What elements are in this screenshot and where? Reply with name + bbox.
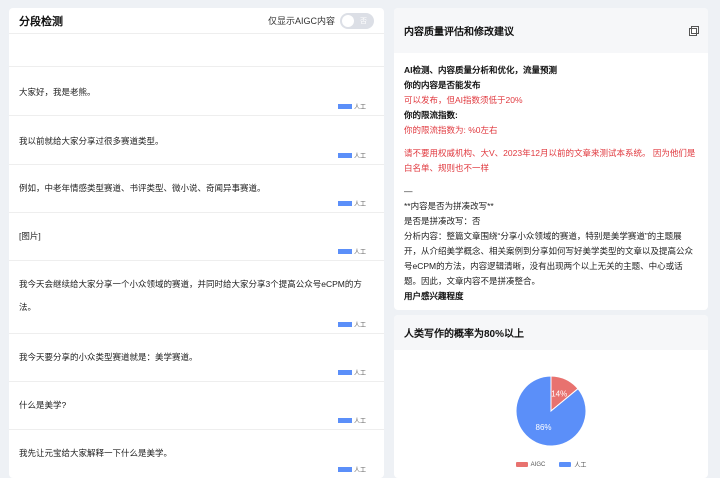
tag-label: 人工 bbox=[353, 371, 366, 377]
paragraph-text: 我先让元宝给大家解释一下什么是美学。 bbox=[19, 448, 173, 458]
legend-swatch bbox=[559, 462, 572, 467]
paragraph-tag: 人工 bbox=[337, 247, 366, 256]
divider-text: — bbox=[404, 186, 413, 196]
paragraph-text: [图片] bbox=[19, 231, 41, 241]
human-tag-bar bbox=[337, 467, 352, 472]
publishable-question: 你的内容是否能发布 bbox=[404, 80, 481, 90]
human-tag-bar bbox=[337, 249, 352, 254]
paragraph-item[interactable]: 什么是美学? 人工 bbox=[9, 382, 384, 430]
human-tag-bar bbox=[337, 104, 352, 109]
paragraph-text: 我今天会继续给大家分享一个小众领域的赛道，并同时给大家分享3个提高公众号eCPM… bbox=[19, 279, 362, 289]
paragraph-tag: 人工 bbox=[337, 416, 366, 425]
throttle-question: 你的限流指数: bbox=[404, 110, 458, 120]
toggle-state-text: 否 bbox=[360, 17, 367, 25]
panel-title: 分段检测 bbox=[19, 15, 63, 28]
legend-item-人工[interactable]: 人工 bbox=[559, 460, 586, 469]
human-tag-bar bbox=[337, 322, 352, 327]
analysis-text: 分析内容：整篇文章围绕“分享小众领域的赛道，特别是美学赛道”的主题展开，从介绍美… bbox=[404, 231, 694, 286]
aigc-filter-label: 仅显示AIGC内容 bbox=[267, 16, 335, 26]
paragraph-item[interactable]: 例如，中老年情感类型赛道、书评类型、微小说、奇闻异事赛道。 人工 bbox=[9, 165, 384, 213]
panel-title: 内容质量评估和修改建议 bbox=[404, 27, 514, 38]
panel-header: 分段检测 仅显示AIGC内容 否 bbox=[9, 8, 384, 34]
paragraph-detection-panel: 分段检测 仅显示AIGC内容 否 大家好，我是老熊。 人工 我以前就给大家分享过… bbox=[9, 8, 384, 478]
paragraph-item[interactable]: 我今天要分享的小众类型赛道就是：美学赛道。 人工 bbox=[9, 334, 384, 382]
paragraph-item[interactable]: 我今天会继续给大家分享一个小众领域的赛道，并同时给大家分享3个提高公众号eCPM… bbox=[9, 261, 384, 334]
paragraph-tag: 人工 bbox=[337, 368, 366, 377]
legend-swatch bbox=[515, 462, 528, 467]
pie-chart: 14% 86% bbox=[515, 375, 587, 447]
warning-text: 请不要用权威机构、大V、2023年12月以前的文章来测试本系统。 因为他们是白名… bbox=[404, 148, 696, 173]
tag-label: 人工 bbox=[353, 105, 366, 111]
paragraph-item[interactable]: 我以前就给大家分享过很多赛道类型。 人工 bbox=[9, 116, 384, 165]
paragraph-item[interactable]: 大家好，我是老熊。 人工 bbox=[9, 67, 384, 116]
tag-label: 人工 bbox=[353, 250, 366, 256]
paragraph-text: 我以前就给大家分享过很多赛道类型。 bbox=[19, 136, 164, 146]
section-heading: **内容是否为拼凑改写** bbox=[404, 201, 494, 211]
legend-label: 人工 bbox=[574, 463, 587, 469]
aigc-only-toggle[interactable]: 否 bbox=[340, 12, 374, 29]
interest-heading: 用户感兴趣程度 bbox=[404, 291, 464, 301]
paragraph-tag: 人工 bbox=[337, 320, 366, 329]
legend-item-AIGC[interactable]: AIGC bbox=[515, 460, 546, 469]
legend-label: AIGC bbox=[530, 461, 546, 468]
paragraph-text: 我今天要分享的小众类型赛道就是：美学赛道。 bbox=[19, 352, 198, 362]
paragraph-item[interactable]: 我先让元宝给大家解释一下什么是美学。 人工 bbox=[9, 430, 384, 478]
paragraph-tag: 人工 bbox=[337, 151, 366, 160]
tag-label: 人工 bbox=[353, 202, 366, 208]
copy-icon[interactable] bbox=[689, 26, 699, 36]
paragraph-text: 例如，中老年情感类型赛道、书评类型、微小说、奇闻异事赛道。 bbox=[19, 183, 266, 193]
pie-slice-label: 86% bbox=[536, 423, 552, 432]
patch-result: 是否是拼凑改写：否 bbox=[404, 216, 481, 226]
throttle-answer: 你的限流指数为: %0左右 bbox=[404, 125, 498, 135]
tag-label: 人工 bbox=[353, 468, 366, 474]
assessment-content: AI检测、内容质量分析和优化，流量预测 你的内容是否能发布 可以发布，但AI指数… bbox=[394, 53, 708, 304]
quality-assessment-panel: 内容质量评估和修改建议 AI检测、内容质量分析和优化，流量预测 你的内容是否能发… bbox=[394, 8, 708, 310]
paragraph-item[interactable]: [图片] 人工 bbox=[9, 213, 384, 261]
human-tag-bar bbox=[337, 418, 352, 423]
tag-label: 人工 bbox=[353, 419, 366, 425]
human-tag-bar bbox=[337, 153, 352, 158]
tag-label: 人工 bbox=[353, 154, 366, 160]
paragraph-tag: 人工 bbox=[337, 199, 366, 208]
paragraph-tag: 人工 bbox=[337, 102, 366, 111]
tag-label: 人工 bbox=[353, 323, 366, 329]
paragraph-text-line2: 法。 bbox=[19, 302, 37, 312]
assessment-heading: AI检测、内容质量分析和优化，流量预测 bbox=[404, 65, 558, 75]
spacer bbox=[9, 34, 384, 67]
aigc-filter: 仅显示AIGC内容 否 bbox=[267, 12, 374, 29]
chart-legend: AIGC 人工 bbox=[394, 460, 708, 469]
human-tag-bar bbox=[337, 201, 352, 206]
publishable-answer: 可以发布，但AI指数须低于20% bbox=[404, 95, 523, 105]
human-tag-bar bbox=[337, 370, 352, 375]
panel-header: 内容质量评估和修改建议 bbox=[394, 8, 708, 53]
panel-header: 人类写作的概率为80%以上 bbox=[394, 315, 708, 350]
pie-slice-label: 14% bbox=[551, 390, 567, 399]
panel-title: 人类写作的概率为80%以上 bbox=[404, 329, 525, 340]
toggle-knob bbox=[342, 14, 354, 27]
paragraph-text: 大家好，我是老熊。 bbox=[19, 87, 96, 97]
paragraph-text: 什么是美学? bbox=[19, 400, 67, 410]
paragraph-tag: 人工 bbox=[337, 465, 366, 474]
human-probability-panel: 人类写作的概率为80%以上 14% 86% AIGC 人工 bbox=[394, 315, 708, 478]
